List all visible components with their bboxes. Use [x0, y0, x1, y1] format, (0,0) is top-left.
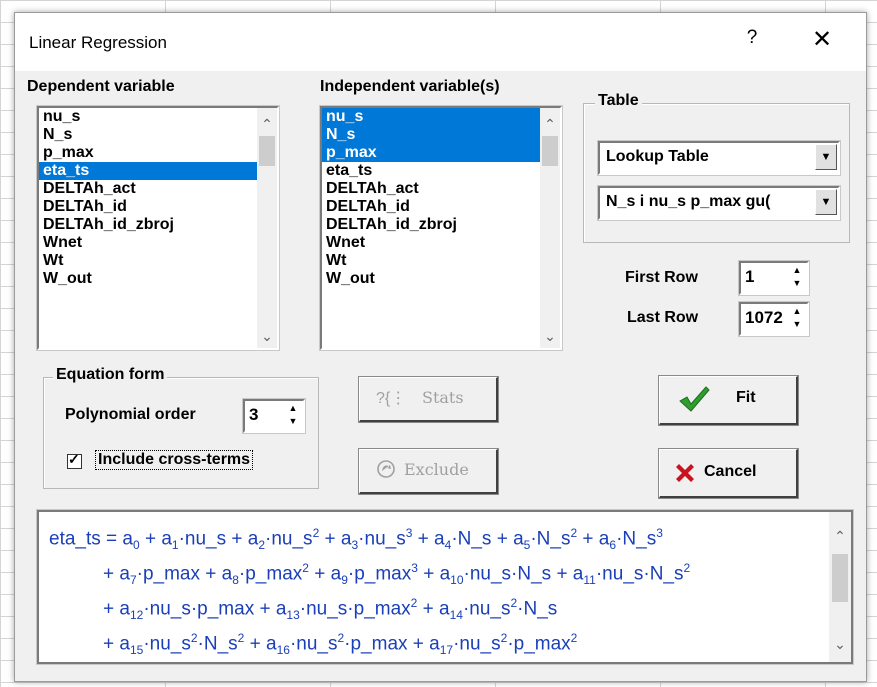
dropdown-arrow-icon[interactable]: ▼	[815, 189, 837, 215]
list-item[interactable]: p_max	[322, 144, 540, 162]
dependent-variable-label: Dependent variable	[27, 78, 175, 95]
checkmark-icon	[678, 385, 710, 418]
table-type-value: Lookup Table	[606, 148, 709, 165]
dependent-variable-list[interactable]: nu_s N_s p_max eta_ts DELTAh_act DELTAh_id DEL…	[36, 105, 280, 351]
cancel-button[interactable]: Cancel	[658, 448, 799, 499]
independent-variables-label: Independent variable(s)	[320, 78, 500, 95]
list-item[interactable]: eta_ts	[322, 162, 540, 180]
list-item[interactable]: nu_s	[39, 108, 257, 126]
scroll-down-icon[interactable]: ⌄	[829, 636, 851, 656]
scroll-up-icon[interactable]: ⌃	[540, 114, 560, 134]
list-item[interactable]: DELTAh_id	[322, 198, 540, 216]
list-item[interactable]: W_out	[322, 270, 540, 288]
last-row-value: 1072	[745, 308, 783, 327]
title-bar: Linear Regression ? ✕	[15, 13, 866, 71]
list-item[interactable]: DELTAh_act	[322, 180, 540, 198]
stats-icon: ?{⋮	[376, 390, 407, 407]
help-button[interactable]: ?	[739, 27, 765, 49]
equation-line-3: + a12·nu_s·p_max + a13·nu_s·p_max2 + a14…	[103, 596, 558, 623]
cross-terms-checkbox[interactable]: ✓	[67, 451, 82, 469]
exclude-button-label: Exclude	[404, 460, 469, 479]
spin-up-icon[interactable]: ▲	[284, 402, 302, 415]
list-item[interactable]: eta_ts	[39, 162, 257, 180]
list-item[interactable]: DELTAh_id_zbroj	[322, 216, 540, 234]
table-name-select[interactable]: N_s i nu_s p_max gu( ▼	[597, 185, 841, 221]
exclude-icon	[376, 459, 396, 484]
last-row-label: Last Row	[627, 309, 699, 326]
list-item[interactable]: DELTAh_id	[39, 198, 257, 216]
independent-list-scrollbar[interactable]: ⌃ ⌄	[540, 108, 560, 348]
close-button[interactable]: ✕	[807, 25, 837, 54]
equation-form-label: Equation form	[53, 366, 168, 384]
dialog-title: Linear Regression	[29, 33, 167, 52]
spin-down-icon[interactable]: ▼	[788, 277, 806, 290]
dropdown-arrow-icon[interactable]: ▼	[815, 144, 837, 170]
cancel-x-icon	[674, 462, 696, 489]
dependent-list-scrollbar[interactable]: ⌃ ⌄	[257, 108, 277, 348]
list-item[interactable]: W_out	[39, 270, 257, 288]
list-item[interactable]: Wt	[39, 252, 257, 270]
equation-form-group	[43, 377, 319, 489]
list-item[interactable]: DELTAh_act	[39, 180, 257, 198]
spin-down-icon[interactable]: ▼	[284, 415, 302, 428]
list-item[interactable]: DELTAh_id_zbroj	[39, 216, 257, 234]
table-name-value: N_s i nu_s p_max gu(	[606, 193, 771, 210]
scroll-up-icon[interactable]: ⌃	[257, 114, 277, 134]
spin-up-icon[interactable]: ▲	[788, 305, 806, 318]
equation-line-1: eta_ts = a0 + a1·nu_s + a2·nu_s2 + a3·nu…	[49, 526, 663, 553]
stats-button-label: Stats	[422, 388, 464, 407]
list-item[interactable]: Wnet	[322, 234, 540, 252]
table-group-label: Table	[595, 92, 642, 110]
list-item[interactable]: Wt	[322, 252, 540, 270]
polynomial-order-value: 3	[249, 405, 259, 424]
equation-line-2: + a7·p_max + a8·p_max2 + a9·p_max3 + a10…	[103, 561, 691, 588]
linear-regression-dialog: Linear Regression ? ✕ Dependent variable…	[14, 12, 867, 682]
checkmark-icon: ✓	[68, 451, 80, 467]
equation-display[interactable]: eta_ts = a0 + a1·nu_s + a2·nu_s2 + a3·nu…	[36, 509, 854, 665]
scroll-thumb[interactable]	[259, 136, 275, 166]
fit-button[interactable]: Fit	[658, 375, 799, 426]
fit-button-label: Fit	[736, 389, 756, 406]
spin-up-icon[interactable]: ▲	[788, 264, 806, 277]
table-type-select[interactable]: Lookup Table ▼	[597, 140, 841, 176]
list-item[interactable]: p_max	[39, 144, 257, 162]
polynomial-order-label: Polynomial order	[65, 406, 196, 423]
equation-line-4: + a15·nu_s2·N_s2 + a16·nu_s2·p_max + a17…	[103, 631, 578, 658]
list-item[interactable]: Wnet	[39, 234, 257, 252]
scroll-down-icon[interactable]: ⌄	[540, 326, 560, 346]
list-item[interactable]: nu_s	[322, 108, 540, 126]
stats-button[interactable]: ?{⋮ Stats	[358, 376, 499, 423]
exclude-button[interactable]: Exclude	[358, 448, 499, 495]
first-row-value: 1	[745, 267, 755, 286]
independent-variable-list[interactable]: nu_s N_s p_max eta_ts DELTAh_act DELTAh_id DEL…	[319, 105, 563, 351]
list-item[interactable]: N_s	[322, 126, 540, 144]
cancel-button-label: Cancel	[704, 463, 757, 480]
first-row-label: First Row	[625, 269, 698, 286]
scroll-thumb[interactable]	[542, 136, 558, 166]
equation-scrollbar[interactable]: ⌃ ⌄	[829, 512, 851, 662]
cross-terms-label[interactable]: Include cross-terms	[95, 450, 254, 470]
last-row-spinner[interactable]: 1072 ▲ ▼	[738, 301, 810, 337]
scroll-thumb[interactable]	[832, 554, 848, 602]
list-item[interactable]: N_s	[39, 126, 257, 144]
scroll-up-icon[interactable]: ⌃	[829, 528, 851, 548]
polynomial-order-spinner[interactable]: 3 ▲ ▼	[242, 398, 306, 434]
first-row-spinner[interactable]: 1 ▲ ▼	[738, 260, 810, 296]
spin-down-icon[interactable]: ▼	[788, 318, 806, 331]
scroll-down-icon[interactable]: ⌄	[257, 326, 277, 346]
